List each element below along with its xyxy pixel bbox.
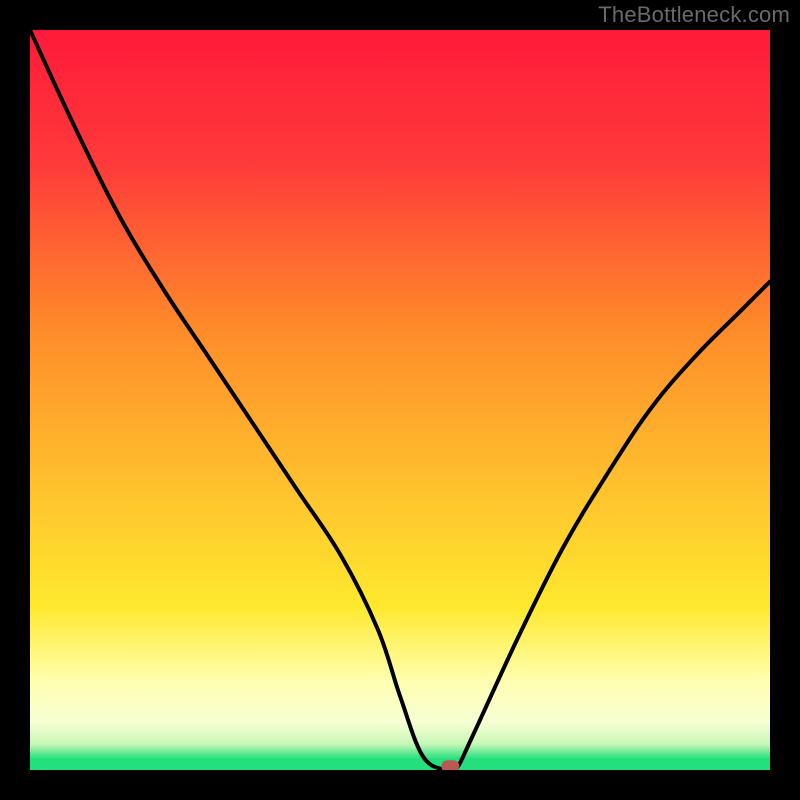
chart-area [30, 30, 770, 770]
bottleneck-chart [30, 30, 770, 770]
attribution-text: TheBottleneck.com [598, 2, 790, 28]
optimum-marker [441, 760, 459, 770]
